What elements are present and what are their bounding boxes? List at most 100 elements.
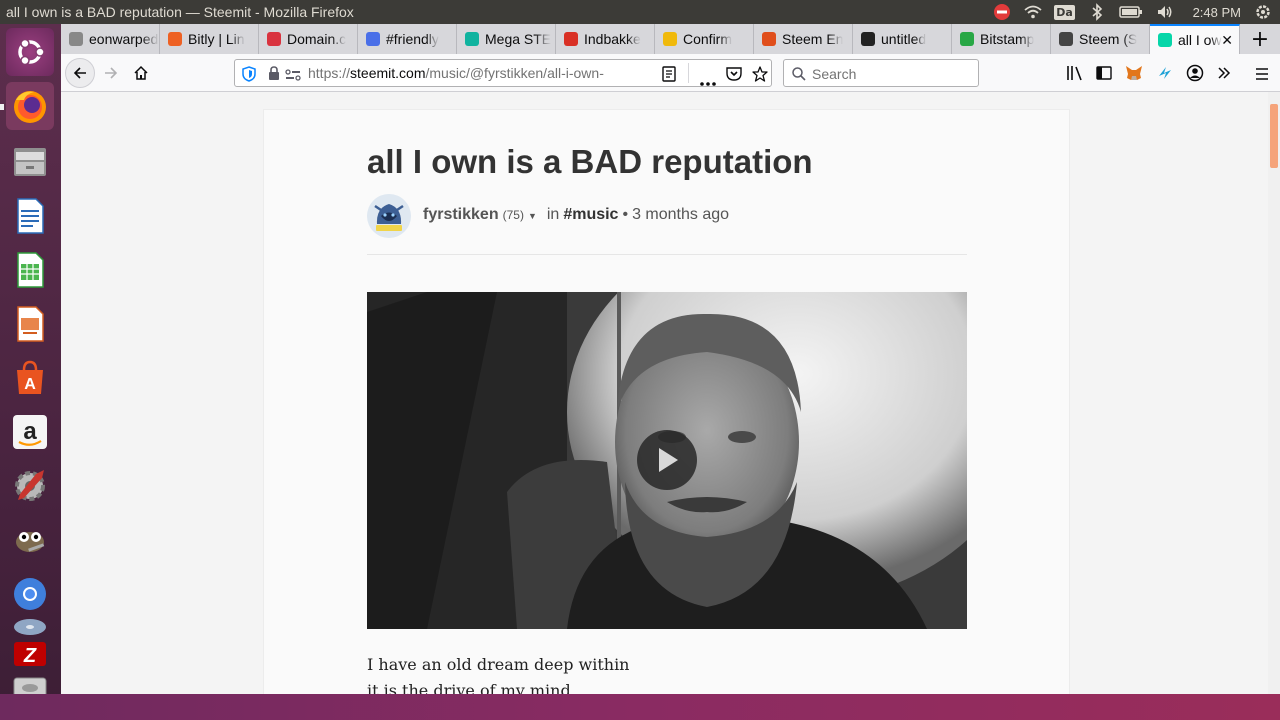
lock-icon[interactable] [268, 66, 280, 85]
metamask-icon[interactable] [1125, 64, 1143, 86]
page-viewport: all I own is a BAD reputation fyrstikken… [61, 92, 1280, 694]
separator [688, 63, 689, 83]
keyboard-layout-indicator[interactable]: Da [1054, 3, 1075, 21]
tab-globe[interactable]: eonwarped.c [61, 24, 160, 54]
tab-bitstamp[interactable]: Bitstamp [952, 24, 1051, 54]
author-menu-caret-icon[interactable]: ▼ [528, 211, 537, 221]
top-panel: all I own is a BAD reputation — Steemit … [0, 0, 1280, 24]
tab-label: all I ow [1178, 32, 1222, 48]
home-button[interactable] [127, 59, 155, 87]
tab-label: eonwarped.c [89, 31, 159, 47]
calc-icon[interactable] [6, 246, 54, 294]
tab-label: Bitly | Lin [188, 31, 245, 47]
tab-mega[interactable]: Mega STE [457, 24, 556, 54]
binance-icon [663, 32, 677, 46]
clock[interactable]: 2:48 PM [1193, 5, 1241, 20]
search-icon [792, 66, 806, 85]
tab-bitly[interactable]: Bitly | Lin [160, 24, 259, 54]
discord-icon [366, 32, 380, 46]
bitstamp-icon [960, 32, 974, 46]
tab-binance[interactable]: Confirm [655, 24, 754, 54]
tab-steemit[interactable]: all I ow ✕ [1150, 24, 1240, 54]
play-button[interactable] [637, 430, 697, 490]
tab-label: Steem (S [1079, 31, 1138, 47]
active-app-pip [0, 104, 4, 110]
bookmark-star-icon[interactable] [752, 66, 768, 86]
url-bar[interactable]: https://steemit.com/music/@fyrstikken/al… [234, 59, 772, 87]
home-icon [134, 65, 148, 80]
battery-icon[interactable] [1118, 3, 1143, 21]
sidebar-icon[interactable] [1096, 65, 1112, 84]
tab-label: Confirm [683, 31, 733, 47]
page-scrollbar[interactable] [1268, 92, 1280, 694]
globe-icon [69, 32, 83, 46]
steemit-icon [1158, 33, 1172, 47]
pocket-icon[interactable] [726, 66, 742, 85]
impress-icon[interactable] [6, 300, 54, 348]
chromium-icon[interactable] [6, 570, 54, 618]
permissions-icon[interactable] [285, 67, 301, 86]
category-link[interactable]: #music [563, 206, 618, 224]
title-divider [367, 254, 967, 255]
url-text[interactable]: https://steemit.com/music/@fyrstikken/al… [308, 65, 628, 81]
tab-strip: eonwarped.c Bitly | Lin Domain.c #friendly M… [61, 24, 1280, 54]
software-center-icon[interactable]: A [6, 354, 54, 402]
forward-button[interactable] [97, 59, 125, 87]
scrollbar-thumb[interactable] [1270, 104, 1278, 168]
tab-discord[interactable]: #friendly [358, 24, 457, 54]
tab-label: untitled [881, 31, 927, 47]
tab-steem[interactable]: Steem En [754, 24, 853, 54]
amazon-icon[interactable]: a [6, 408, 54, 456]
firefox-icon[interactable] [6, 82, 54, 130]
gmail-icon [564, 32, 578, 46]
video-embed[interactable] [367, 292, 967, 629]
svg-text:A: A [24, 376, 36, 393]
close-tab-icon[interactable]: ✕ [1221, 32, 1233, 49]
tracking-protection-icon[interactable] [242, 66, 256, 86]
reader-view-icon[interactable] [662, 66, 676, 86]
tab-domain[interactable]: Domain.c [259, 24, 358, 54]
tab-coingecko[interactable]: Steem (S [1051, 24, 1150, 54]
author-link[interactable]: fyrstikken [423, 206, 499, 224]
post-age[interactable]: 3 months ago [632, 206, 729, 224]
system-tray: Da 2:48 PM [993, 0, 1272, 24]
writer-icon[interactable] [6, 192, 54, 240]
system-settings-icon[interactable] [6, 462, 54, 510]
tab-label: Steem En [782, 31, 844, 47]
disks-icon[interactable] [6, 612, 54, 642]
overflow-chevron-icon[interactable] [1216, 65, 1232, 85]
search-bar[interactable]: Search [783, 59, 979, 87]
power-gear-icon[interactable] [1254, 3, 1272, 21]
gimp-icon[interactable] [6, 516, 54, 564]
navigation-toolbar: https://steemit.com/music/@fyrstikken/al… [61, 54, 1280, 92]
ubuntu-dash-icon[interactable] [6, 28, 54, 76]
tab-label: #friendly [386, 31, 439, 47]
library-icon[interactable] [1066, 65, 1084, 85]
author-avatar[interactable] [367, 194, 411, 238]
post-body-line: it is the drive of my mind [367, 681, 571, 694]
svg-text:Z: Z [23, 645, 37, 667]
files-icon[interactable] [6, 138, 54, 186]
filezilla-icon[interactable]: Z [6, 640, 54, 668]
page-actions-icon[interactable] [700, 71, 716, 90]
in-label: in [546, 206, 560, 223]
tab-notion[interactable]: untitled [853, 24, 952, 54]
window-title: all I own is a BAD reputation — Steemit … [6, 4, 354, 20]
bluetooth-icon[interactable] [1088, 3, 1106, 21]
account-icon[interactable] [1186, 64, 1204, 86]
new-tab-button[interactable]: + [1240, 24, 1280, 54]
post-card: all I own is a BAD reputation fyrstikken… [263, 109, 1070, 694]
menu-icon[interactable] [1255, 66, 1269, 85]
domain-icon [267, 32, 281, 46]
tab-label: Bitstamp [980, 31, 1035, 47]
no-entry-icon[interactable] [993, 3, 1011, 21]
post-title: all I own is a BAD reputation [367, 143, 813, 180]
tab-gmail[interactable]: Indbakke [556, 24, 655, 54]
extension-icon[interactable] [1156, 64, 1174, 86]
volume-icon[interactable] [1156, 3, 1174, 21]
wifi-icon[interactable] [1023, 3, 1042, 21]
mega-icon [465, 32, 479, 46]
author-reputation: (75) [502, 208, 524, 222]
back-button[interactable] [65, 58, 95, 88]
arrow-left-icon [73, 67, 86, 79]
